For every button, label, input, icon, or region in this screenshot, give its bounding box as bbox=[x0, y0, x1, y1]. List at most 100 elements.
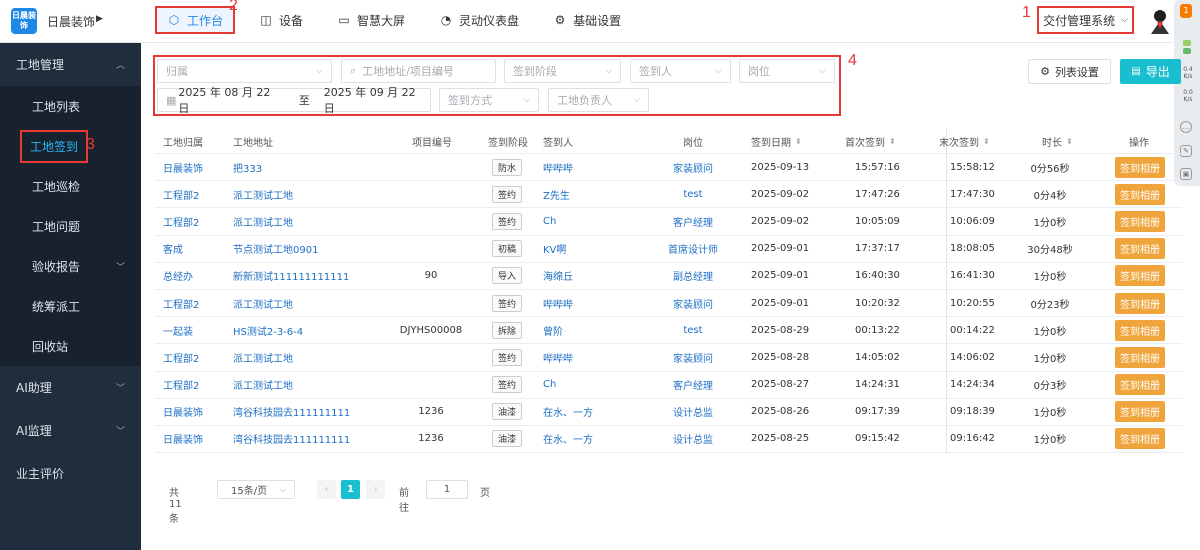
header-duration[interactable]: 时长 ⬍ bbox=[1042, 129, 1073, 153]
cell-address-text[interactable]: 派工测试工地 bbox=[233, 214, 293, 229]
page-number[interactable]: 1 bbox=[341, 480, 360, 499]
sidebar-item-recycle-bin[interactable]: 回收站 bbox=[0, 326, 141, 366]
cell-signer-text[interactable]: 海绵丘 bbox=[543, 268, 573, 283]
cell-address-text[interactable]: 派工测试工地 bbox=[233, 350, 293, 365]
sidebar-item-site-list[interactable]: 工地列表 bbox=[0, 86, 141, 126]
cell-address-text[interactable]: 派工测试工地 bbox=[233, 377, 293, 392]
header-first-checkin[interactable]: 首次签到 ⬍ bbox=[845, 129, 896, 153]
cell-signer-text[interactable]: Ch bbox=[543, 216, 556, 227]
date-range-picker[interactable]: ▦ 2025 年 08 月 22 日 至 2025 年 09 月 22 日 bbox=[157, 86, 431, 115]
system-selector[interactable]: 交付管理系统 ⌵ bbox=[1037, 6, 1134, 34]
cell-address: 湾谷科技园去111111111 bbox=[233, 426, 350, 452]
cell-position-text[interactable]: test bbox=[683, 325, 702, 336]
cell-position-text[interactable]: 家装顾问 bbox=[673, 160, 713, 175]
cell-affiliation-text[interactable]: 日晨装饰 bbox=[163, 431, 203, 446]
sidebar-group-ai-supervisor[interactable]: AI监理 ﹀ bbox=[0, 409, 141, 452]
sidebar-item-site-checkin[interactable]: 工地签到 3 bbox=[0, 126, 141, 166]
position-select[interactable]: 岗位 ⌵ bbox=[739, 59, 835, 83]
cell-position-text[interactable]: 设计总监 bbox=[673, 431, 713, 446]
checkin-album-button[interactable]: 签到相册 bbox=[1115, 428, 1165, 450]
checkin-album-button[interactable]: 签到相册 bbox=[1115, 238, 1165, 260]
cell-position-text[interactable]: 客户经理 bbox=[673, 214, 713, 229]
cell-affiliation-text[interactable]: 总经办 bbox=[163, 268, 193, 283]
cell-affiliation-text[interactable]: 工程部2 bbox=[163, 187, 199, 202]
cell-position-text[interactable]: 设计总监 bbox=[673, 404, 713, 419]
date-start: 2025 年 08 月 22 日 bbox=[178, 86, 271, 115]
affiliation-select[interactable]: 归属 ⌵ bbox=[157, 59, 332, 83]
cell-signer-text[interactable]: 在水、一方 bbox=[543, 404, 593, 419]
header-last-checkin[interactable]: 末次签到 ⬍ bbox=[939, 129, 990, 153]
nav-device[interactable]: ◫ 设备 bbox=[249, 6, 313, 34]
checkin-album-button[interactable]: 签到相册 bbox=[1115, 156, 1165, 178]
cell-address-text[interactable]: 派工测试工地 bbox=[233, 296, 293, 311]
nav-basic-settings[interactable]: ⚙ 基础设置 bbox=[543, 6, 631, 34]
cell-address-text[interactable]: 湾谷科技园去111111111 bbox=[233, 431, 350, 446]
cell-signer-text[interactable]: Z先生 bbox=[543, 187, 570, 202]
sidebar-item-site-inspection[interactable]: 工地巡检 bbox=[0, 166, 141, 206]
checkin-album-button[interactable]: 签到相册 bbox=[1115, 265, 1165, 287]
cell-signer-text[interactable]: KV啊 bbox=[543, 241, 566, 256]
cell-signer-text[interactable]: 哔哔哔 bbox=[543, 350, 573, 365]
cell-position-text[interactable]: 家装顾问 bbox=[673, 350, 713, 365]
checkin-album-button[interactable]: 签到相册 bbox=[1115, 401, 1165, 423]
caret-right-icon[interactable]: ▶ bbox=[96, 14, 103, 24]
brand-name[interactable]: 日晨装饰 bbox=[47, 13, 95, 30]
page-size-select[interactable]: 15条/页 ⌵ bbox=[217, 480, 295, 499]
cell-signer-text[interactable]: Ch bbox=[543, 379, 556, 390]
cell-affiliation-text[interactable]: 工程部2 bbox=[163, 214, 199, 229]
sidebar-group-site-management[interactable]: 工地管理 ︿ bbox=[0, 43, 141, 86]
header-date[interactable]: 签到日期 ⬍ bbox=[751, 129, 802, 153]
notification-badge[interactable]: 1 bbox=[1180, 4, 1192, 18]
cell-affiliation-text[interactable]: 工程部2 bbox=[163, 296, 199, 311]
manager-select[interactable]: 工地负责人 ⌵ bbox=[548, 88, 649, 112]
nav-smart-screen[interactable]: ▭ 智慧大屏 bbox=[327, 6, 415, 34]
prev-page-button[interactable]: ‹ bbox=[317, 480, 336, 499]
cell-affiliation-text[interactable]: 日晨装饰 bbox=[163, 160, 203, 175]
nav-label: 基础设置 bbox=[573, 13, 622, 28]
cell-affiliation-text[interactable]: 工程部2 bbox=[163, 350, 199, 365]
checkin-album-button[interactable]: 签到相册 bbox=[1115, 346, 1165, 368]
signer-select[interactable]: 签到人 ⌵ bbox=[630, 59, 731, 83]
dashboard-icon: ◔ bbox=[440, 13, 452, 27]
cell-signer-text[interactable]: 哔哔哔 bbox=[543, 160, 573, 175]
cell-position-text[interactable]: test bbox=[683, 189, 702, 200]
list-settings-button[interactable]: ⚙ 列表设置 bbox=[1028, 59, 1111, 84]
sidebar-group-ai-assistant[interactable]: AI助理 ﹀ bbox=[0, 366, 141, 409]
cell-address-text[interactable]: 湾谷科技园去111111111 bbox=[233, 404, 350, 419]
method-select[interactable]: 签到方式 ⌵ bbox=[439, 88, 539, 112]
app-logo[interactable]: 日晨装饰 bbox=[11, 8, 37, 34]
cell-position-text[interactable]: 首席设计师 bbox=[668, 241, 718, 256]
sidebar-group-owner-review[interactable]: 业主评价 bbox=[0, 452, 141, 495]
export-button[interactable]: ▤ 导出 bbox=[1120, 59, 1181, 84]
sidebar-item-dispatch[interactable]: 统筹派工 bbox=[0, 286, 141, 326]
nav-dashboard[interactable]: ◔ 灵动仪表盘 bbox=[429, 6, 529, 34]
cell-affiliation-text[interactable]: 一起装 bbox=[163, 323, 193, 338]
user-avatar[interactable] bbox=[1147, 7, 1173, 35]
cell-position-text[interactable]: 副总经理 bbox=[673, 268, 713, 283]
cell-address-text[interactable]: HS测试2-3-6-4 bbox=[233, 323, 303, 338]
cell-position-text[interactable]: 家装顾问 bbox=[673, 296, 713, 311]
cell-affiliation-text[interactable]: 工程部2 bbox=[163, 377, 199, 392]
checkin-album-button[interactable]: 签到相册 bbox=[1115, 210, 1165, 232]
cell-address-text[interactable]: 新新测试111111111111 bbox=[233, 268, 349, 283]
cell-address-text[interactable]: 节点测试工地0901 bbox=[233, 241, 318, 256]
sidebar-item-site-issues[interactable]: 工地问题 bbox=[0, 206, 141, 246]
cell-signer-text[interactable]: 哔哔哔 bbox=[543, 296, 573, 311]
search-input[interactable]: ⌕ 工地地址/项目编号 bbox=[341, 59, 496, 83]
nav-workbench[interactable]: ⬡ 工作台 bbox=[155, 6, 236, 34]
checkin-album-button[interactable]: 签到相册 bbox=[1115, 374, 1165, 396]
cell-signer-text[interactable]: 在水、一方 bbox=[543, 431, 593, 446]
checkin-album-button[interactable]: 签到相册 bbox=[1115, 183, 1165, 205]
next-page-button[interactable]: › bbox=[366, 480, 385, 499]
sidebar-item-acceptance-report[interactable]: 验收报告 ﹀ bbox=[0, 246, 141, 286]
cell-position-text[interactable]: 客户经理 bbox=[673, 377, 713, 392]
cell-signer-text[interactable]: 曾阶 bbox=[543, 323, 563, 338]
checkin-album-button[interactable]: 签到相册 bbox=[1115, 292, 1165, 314]
cell-affiliation-text[interactable]: 日晨装饰 bbox=[163, 404, 203, 419]
stage-select[interactable]: 签到阶段 ⌵ bbox=[504, 59, 621, 83]
checkin-album-button[interactable]: 签到相册 bbox=[1115, 319, 1165, 341]
goto-page-input[interactable]: 1 bbox=[426, 480, 468, 499]
cell-affiliation-text[interactable]: 客成 bbox=[163, 241, 183, 256]
cell-address-text[interactable]: 把333 bbox=[233, 160, 262, 175]
cell-address-text[interactable]: 派工测试工地 bbox=[233, 187, 293, 202]
